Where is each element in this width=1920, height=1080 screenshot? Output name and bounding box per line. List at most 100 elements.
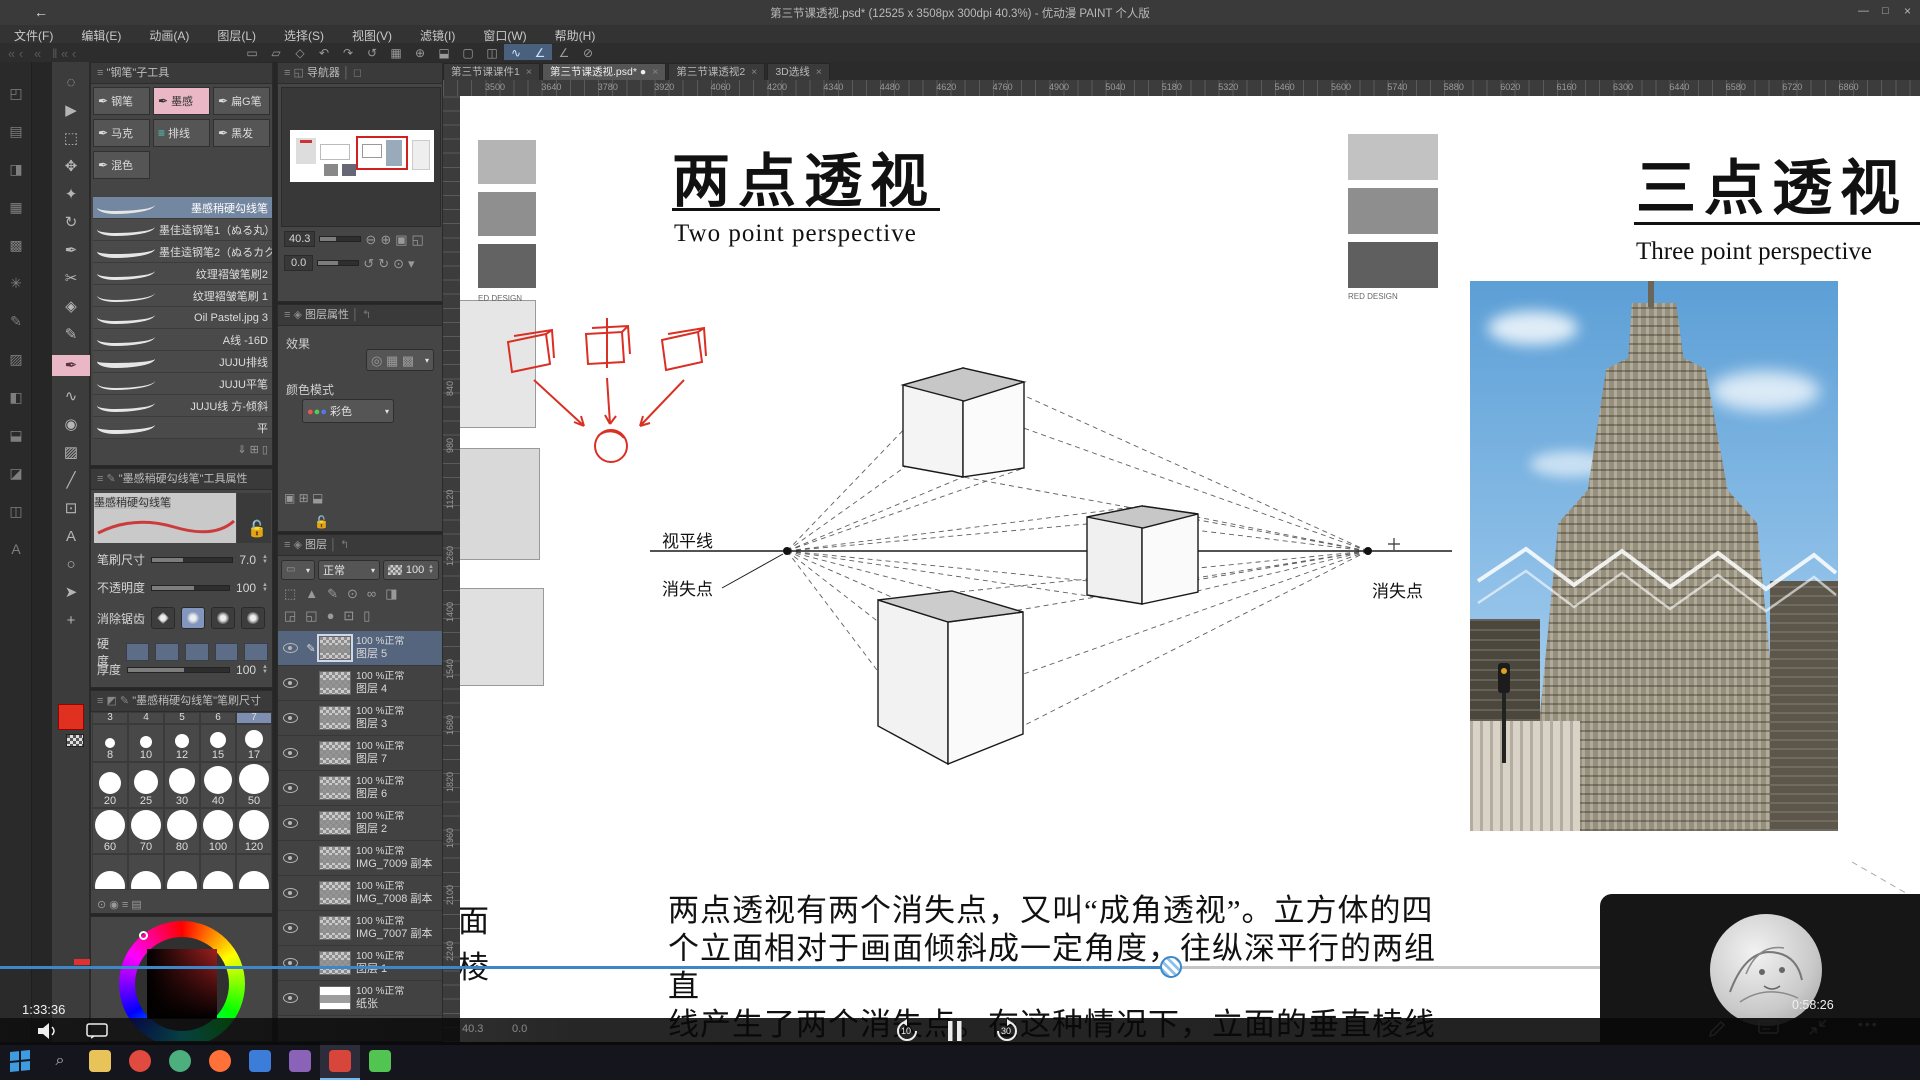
- size-cell-6[interactable]: 6: [200, 712, 236, 724]
- size-cell-clipped[interactable]: [236, 854, 272, 890]
- layer-thumbnail[interactable]: [319, 776, 351, 800]
- layer-visibility-eye-icon[interactable]: [283, 643, 298, 653]
- brush-item-10[interactable]: 平: [93, 417, 272, 439]
- hardness-step-3[interactable]: [185, 643, 209, 661]
- flip-icon[interactable]: ⊙: [393, 257, 404, 270]
- subtool-category-6[interactable]: ✒混色: [93, 151, 150, 179]
- layer-tools-row[interactable]: ⬚▲✎⊙∞◨: [284, 587, 407, 600]
- effect-buttons[interactable]: ◎ ▦ ▩▾: [366, 349, 434, 371]
- text-panel-icon[interactable]: A: [0, 542, 32, 556]
- navigator-zoom-value[interactable]: 40.3: [284, 231, 315, 247]
- chrome-taskbar-icon[interactable]: [120, 1042, 160, 1080]
- hardness-step-5[interactable]: [244, 643, 268, 661]
- doc-tab-2[interactable]: 第三节课透视2×: [668, 63, 765, 80]
- layer-thumbnail[interactable]: [319, 671, 351, 695]
- brush-item-8[interactable]: JUJU平笔: [93, 373, 272, 395]
- pattern-icon[interactable]: ▩: [0, 238, 32, 252]
- antialias-weak[interactable]: [181, 607, 205, 629]
- diamond-icon[interactable]: ◈: [52, 299, 90, 314]
- box-icon[interactable]: ⬓: [0, 428, 32, 442]
- size-cell-17[interactable]: 17: [236, 724, 272, 762]
- size-cell-20[interactable]: 20: [92, 762, 128, 808]
- lasso-icon[interactable]: ∿: [52, 389, 90, 404]
- subtool-category-2[interactable]: ✒扁G笔: [213, 87, 270, 115]
- opacity-slider[interactable]: [151, 585, 230, 591]
- collapse-chevrons-icon[interactable]: « ‹ « ‖ « ‹: [8, 47, 76, 60]
- layers-tab[interactable]: 图层: [305, 539, 327, 551]
- workspace-icon[interactable]: ◰: [0, 86, 32, 100]
- pen-panel-icon[interactable]: ✎: [0, 314, 32, 328]
- navigator-tab[interactable]: 导航器: [307, 67, 340, 79]
- hardness-step-4[interactable]: [215, 643, 239, 661]
- layer-opacity-field[interactable]: 100▲▼: [383, 560, 439, 580]
- layer-color-dropdown[interactable]: ▭▾: [281, 560, 315, 580]
- tab-close-icon[interactable]: ×: [652, 66, 658, 78]
- hue-marker[interactable]: [139, 931, 148, 940]
- reset-rotate-icon[interactable]: ▾: [408, 257, 415, 270]
- pause-button[interactable]: [946, 1020, 964, 1042]
- tab-close-icon[interactable]: ×: [816, 66, 822, 78]
- size-cell-120[interactable]: 120: [236, 808, 272, 854]
- background-color-swatch[interactable]: [66, 734, 84, 747]
- zoom-tool-icon[interactable]: ◌: [52, 75, 90, 90]
- thickness-stepper[interactable]: ▲▼: [262, 665, 268, 675]
- brush-size-slider[interactable]: [151, 557, 233, 563]
- brush-item-1[interactable]: 墨佳逵钢笔1（ぬる丸）: [93, 219, 272, 241]
- subtool-category-4[interactable]: ≡排线: [153, 119, 210, 147]
- size-cell-30[interactable]: 30: [164, 762, 200, 808]
- layer-visibility-eye-icon[interactable]: [283, 888, 298, 898]
- size-cell-60[interactable]: 60: [92, 808, 128, 854]
- brush-item-4[interactable]: 纹理褶皱笔刷 1: [93, 285, 272, 307]
- brush-size-value[interactable]: 7.0: [239, 553, 256, 567]
- layer-row-纸张[interactable]: 100 %正常纸张: [278, 981, 443, 1016]
- thickness-slider[interactable]: [127, 667, 230, 673]
- line-icon[interactable]: ╱: [52, 473, 90, 488]
- danmaku-icon[interactable]: [86, 1022, 110, 1040]
- line-tool-icon[interactable]: ∠: [552, 44, 576, 60]
- color-mode-dropdown[interactable]: ●●● 彩色 ▾: [302, 399, 394, 423]
- size-cell-50[interactable]: 50: [236, 762, 272, 808]
- subtool-category-1[interactable]: ✒墨感: [153, 87, 210, 115]
- size-cell-7[interactable]: 7: [236, 712, 272, 724]
- layer-thumbnail[interactable]: [319, 951, 351, 975]
- layer-thumbnail[interactable]: [319, 741, 351, 765]
- tab-close-icon[interactable]: ×: [751, 66, 757, 78]
- size-cell-3[interactable]: 3: [92, 712, 128, 724]
- no-edit-icon[interactable]: ⊘: [576, 44, 600, 60]
- layer-row-图层-5[interactable]: ✎100 %正常图层 5: [278, 631, 443, 666]
- brush-pen-icon[interactable]: ✒: [52, 355, 90, 376]
- doc-tab-3[interactable]: 3D选线×: [767, 63, 830, 80]
- sv-square[interactable]: [147, 949, 217, 1019]
- wechat-taskbar-icon[interactable]: [360, 1042, 400, 1080]
- antialias-mid[interactable]: [211, 607, 235, 629]
- brush-item-7[interactable]: JUJU排线: [93, 351, 272, 373]
- brush-item-2[interactable]: 墨佳逵钢笔2（ぬるカク）: [93, 241, 272, 263]
- grid-panel-icon[interactable]: ▦: [0, 200, 32, 214]
- navigator-rotate-slider[interactable]: [317, 260, 359, 266]
- wand-icon[interactable]: ✦: [52, 187, 90, 202]
- layer-thumbnail[interactable]: [319, 916, 351, 940]
- rotate-left-icon[interactable]: ↺: [363, 257, 374, 270]
- layer-row-IMG_7008-副本[interactable]: 100 %正常IMG_7008 副本: [278, 876, 443, 911]
- shade-icon[interactable]: ▨: [0, 352, 32, 366]
- foreground-color-swatch[interactable]: [58, 704, 84, 730]
- volume-icon[interactable]: [36, 1022, 60, 1040]
- app-blue-taskbar-icon[interactable]: [240, 1042, 280, 1080]
- size-cell-25[interactable]: 25: [128, 762, 164, 808]
- layer-row-图层-1[interactable]: 100 %正常图层 1: [278, 946, 443, 981]
- zoom-in-icon[interactable]: ⊕: [380, 233, 391, 246]
- layer-thumbnail[interactable]: [319, 881, 351, 905]
- rotate-right-icon[interactable]: ↻: [378, 257, 389, 270]
- layer-row-图层-3[interactable]: 100 %正常图层 3: [278, 701, 443, 736]
- size-cell-clipped[interactable]: [164, 854, 200, 890]
- layer-row-IMG_7009-副本[interactable]: 100 %正常IMG_7009 副本: [278, 841, 443, 876]
- marquee-icon[interactable]: ⬚: [52, 131, 90, 146]
- size-cell-clipped[interactable]: [128, 854, 164, 890]
- antialias-none[interactable]: [151, 607, 175, 629]
- layer-visibility-eye-icon[interactable]: [283, 678, 298, 688]
- save-icon[interactable]: ▤: [0, 124, 32, 138]
- subtool-category-0[interactable]: ✒钢笔: [93, 87, 150, 115]
- close-button[interactable]: ×: [1904, 4, 1911, 18]
- pencil-icon[interactable]: ✎: [52, 327, 90, 342]
- pen-pressure-icon[interactable]: ∿: [504, 44, 528, 60]
